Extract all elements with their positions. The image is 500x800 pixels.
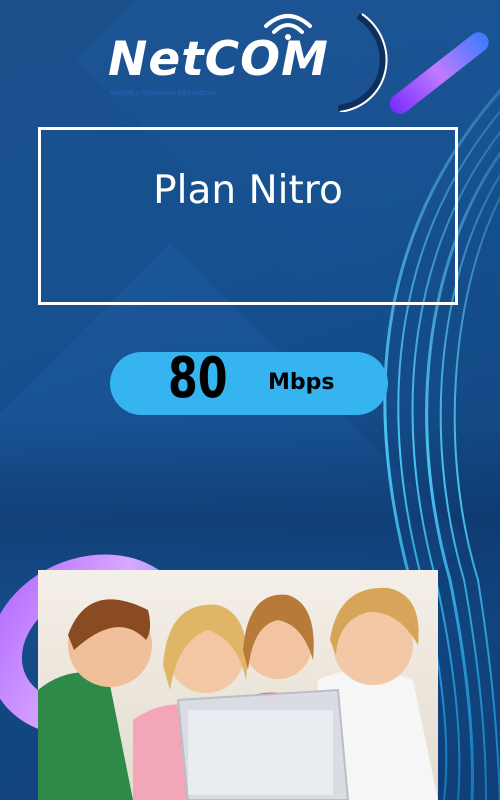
plan-title: Plan Nitro <box>153 168 343 213</box>
logo-tagline: Internet y Soluciones Informáticas <box>110 90 216 97</box>
logo-text: NetCOM <box>108 32 329 87</box>
plan-title-box: Plan Nitro <box>38 127 458 305</box>
logo-arc-icon <box>338 13 388 112</box>
speed-unit: Mbps <box>268 370 335 395</box>
netcom-logo: NetCOM Internet y Soluciones Informática… <box>108 6 398 112</box>
speed-badge: 80 Mbps <box>110 346 388 415</box>
children-laptop-photo <box>38 570 438 800</box>
speed-value: 80 <box>168 346 228 411</box>
promo-poster: NetCOM Internet y Soluciones Informática… <box>0 0 500 800</box>
